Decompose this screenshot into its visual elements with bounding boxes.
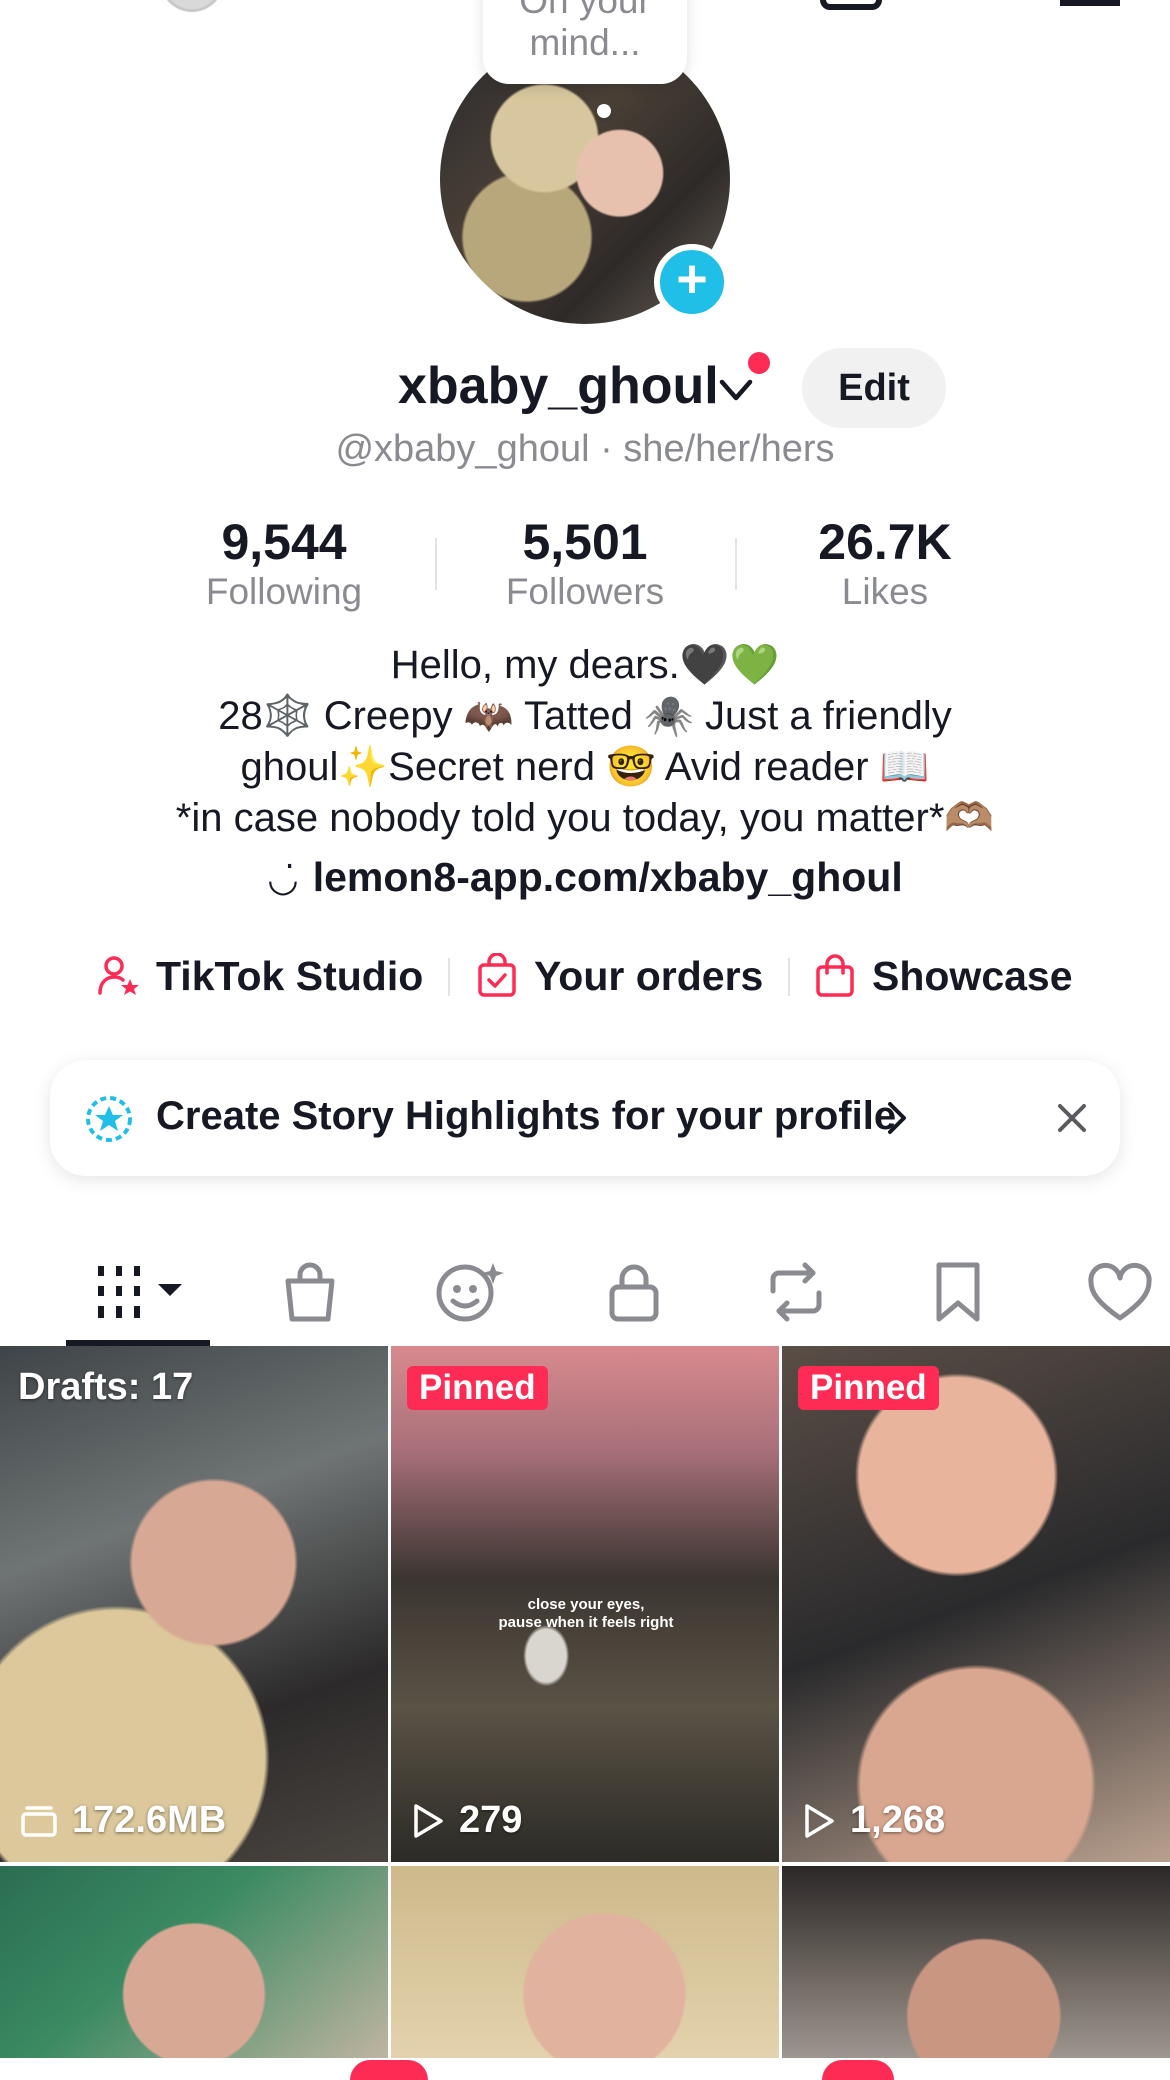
stat-likes[interactable]: 26.7K Likes — [765, 514, 1005, 614]
video-grid: Drafts: 17 172.6MB Pinned close your eye… — [0, 1346, 1170, 2080]
drafts-size: 172.6MB — [20, 1799, 226, 1842]
profile-tabs — [0, 1240, 1170, 1346]
stat-following[interactable]: 9,544 Following — [164, 514, 404, 614]
notification-badge — [350, 2060, 428, 2080]
view-count: 1,268 — [802, 1799, 945, 1842]
profile-bio: Hello, my dears.🖤💚 28🕸️ Creepy 🦇 Tatted … — [40, 640, 1130, 844]
video-tile[interactable] — [391, 1866, 779, 2080]
tab-videos[interactable] — [96, 1252, 186, 1332]
top-left-avatar-icon[interactable] — [160, 0, 224, 12]
drafts-tile[interactable]: Drafts: 17 172.6MB — [0, 1346, 388, 1862]
story-highlights-banner[interactable]: Create Story Highlights for your profile — [50, 1060, 1120, 1176]
video-tile[interactable]: Pinned close your eyes, pause when it fe… — [391, 1346, 779, 1862]
bio-line: 28🕸️ Creepy 🦇 Tatted 🕷️ Just a friendly — [218, 694, 952, 738]
drafts-count: Drafts: 17 — [18, 1366, 194, 1408]
profile-handle: @xbaby_ghoul · she/her/hers — [335, 428, 835, 470]
stat-label: Following — [205, 571, 363, 612]
ai-face-sparkle-icon — [436, 1263, 504, 1322]
shop-bag-icon — [285, 1262, 335, 1322]
quick-link-divider — [788, 958, 790, 996]
your-orders-link[interactable]: Your orders — [474, 946, 763, 1006]
video-tile[interactable] — [0, 1866, 388, 2080]
bio-link-text: lemon8-app.com/xbaby_ghoul — [312, 854, 903, 900]
video-tile[interactable] — [782, 1866, 1170, 2080]
notification-badge — [822, 2060, 894, 2080]
play-icon — [805, 1803, 834, 1838]
tab-private[interactable] — [594, 1252, 674, 1332]
bio-link[interactable]: ◡̇ lemon8-app.com/xbaby_ghoul — [0, 854, 1170, 901]
bottom-nav-bar — [0, 2058, 1170, 2080]
profile-username[interactable]: xbaby_ghoul — [398, 356, 719, 416]
videos-grid-icon — [98, 1266, 182, 1318]
close-icon[interactable] — [1054, 1100, 1090, 1136]
repost-icon — [770, 1262, 822, 1322]
banner-text: Create Story Highlights for your profile — [156, 1094, 897, 1138]
pinned-badge: Pinned — [798, 1366, 939, 1410]
stat-label: Followers — [505, 571, 665, 612]
note-pointer — [597, 104, 611, 118]
highlight-star-icon — [86, 1096, 132, 1142]
bookmark-icon — [936, 1262, 980, 1322]
profile-stats: 9,544 Following 5,501 Followers 26.7K Li… — [0, 514, 1170, 614]
drafts-stack-icon — [21, 1805, 57, 1837]
bio-line: ghoul✨Secret nerd 🤓 Avid reader 📖 — [240, 745, 930, 789]
shopping-bag-icon — [816, 954, 854, 997]
pinned-badge: Pinned — [407, 1366, 548, 1410]
orders-bag-icon — [478, 953, 516, 997]
drafts-size-text: 172.6MB — [72, 1799, 227, 1841]
video-caption: close your eyes, pause when it feels rig… — [498, 1596, 674, 1631]
stat-label: Likes — [841, 571, 929, 612]
username-row: xbaby_ghoul Edit — [0, 348, 1170, 428]
video-tile[interactable]: Pinned 1,268 — [782, 1346, 1170, 1862]
quick-link-label: Showcase — [872, 952, 1073, 999]
calendar-icon[interactable] — [820, 0, 882, 10]
note-text: On your mind... — [519, 0, 651, 63]
stat-divider — [735, 538, 737, 590]
play-icon — [414, 1803, 443, 1838]
note-bubble[interactable]: On your mind... — [483, 0, 687, 84]
tab-liked[interactable] — [1080, 1252, 1160, 1332]
stat-value: 9,544 — [221, 514, 347, 570]
stat-divider — [435, 538, 437, 590]
stat-value: 5,501 — [522, 514, 648, 570]
add-story-plus-icon[interactable]: + — [654, 244, 730, 320]
quick-link-label: TikTok Studio — [156, 952, 424, 999]
tab-shop[interactable] — [270, 1252, 350, 1332]
view-count-text: 1,268 — [850, 1799, 946, 1841]
view-count-text: 279 — [459, 1799, 523, 1841]
view-count: 279 — [411, 1799, 522, 1842]
lemon8-icon: ◡̇ — [267, 858, 299, 899]
profile-page: On your mind... + xbaby_ghoul Edit @xbab… — [0, 0, 1170, 2080]
chevron-down-icon[interactable] — [716, 370, 756, 410]
studio-person-star-icon — [98, 956, 139, 995]
heart-icon — [1088, 1262, 1152, 1321]
stat-value: 26.7K — [818, 514, 952, 570]
edit-profile-button[interactable]: Edit — [802, 348, 946, 428]
bio-line: Hello, my dears.🖤💚 — [390, 643, 780, 687]
tab-ai-self[interactable] — [430, 1252, 510, 1332]
stat-followers[interactable]: 5,501 Followers — [465, 514, 705, 614]
lock-icon — [609, 1264, 659, 1322]
showcase-link[interactable]: Showcase — [812, 946, 1073, 1006]
tiktok-studio-link[interactable]: TikTok Studio — [96, 946, 423, 1006]
menu-icon[interactable] — [1060, 0, 1120, 6]
tab-favorites[interactable] — [918, 1252, 998, 1332]
bio-line: *in case nobody told you today, you matt… — [175, 796, 995, 840]
tab-reposts[interactable] — [756, 1252, 836, 1332]
notification-dot — [748, 352, 770, 374]
quick-links: TikTok Studio Your orders Showcase — [0, 946, 1170, 1006]
quick-link-divider — [448, 958, 450, 996]
quick-link-label: Your orders — [534, 952, 764, 999]
chevron-right-icon — [888, 1102, 906, 1134]
